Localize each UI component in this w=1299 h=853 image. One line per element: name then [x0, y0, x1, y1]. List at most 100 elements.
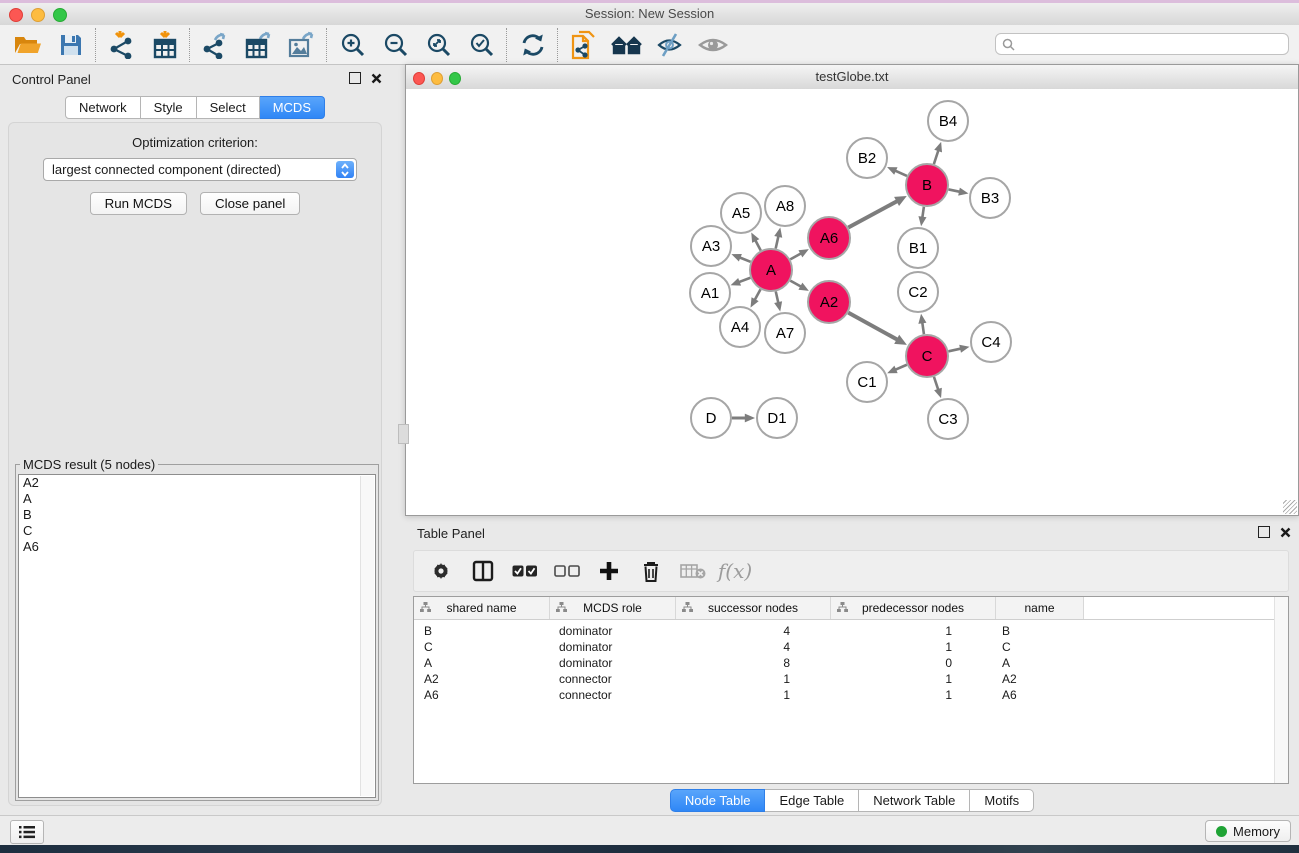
graph-edge-A2-C[interactable] [848, 313, 897, 340]
pane-divider-handle[interactable] [398, 424, 409, 444]
network-window-titlebar[interactable]: testGlobe.txt [406, 65, 1298, 90]
table-cell[interactable]: 1 [828, 623, 992, 639]
task-history-button[interactable] [10, 820, 44, 844]
table-row[interactable]: Adominator80A [414, 655, 1288, 671]
graph-edge-B-B4[interactable] [934, 150, 939, 164]
graph-edge-A6-B[interactable] [848, 201, 897, 228]
import-network-button[interactable] [100, 28, 143, 62]
float-panel-icon[interactable] [1258, 526, 1270, 538]
tab-node-table[interactable]: Node Table [670, 789, 766, 812]
table-row[interactable]: Cdominator41C [414, 639, 1288, 655]
table-cell[interactable]: dominator [549, 655, 674, 671]
column-header[interactable]: predecessor nodes [831, 597, 996, 619]
export-table-button[interactable] [237, 28, 280, 62]
column-header[interactable]: name [996, 597, 1084, 619]
table-cell[interactable]: dominator [549, 639, 674, 655]
table-cell[interactable]: B [992, 623, 1079, 639]
table-cell[interactable]: connector [549, 671, 674, 687]
table-cell[interactable]: 4 [674, 639, 828, 655]
column-header[interactable]: MCDS role [550, 597, 676, 619]
mcds-result-item[interactable]: A [19, 491, 375, 507]
column-header[interactable]: shared name [414, 597, 550, 619]
graph-edge-A-A3[interactable] [739, 257, 750, 261]
apply-layout-button[interactable] [511, 28, 554, 62]
table-cell[interactable]: connector [549, 687, 674, 703]
table-cell[interactable]: 1 [828, 687, 992, 703]
tab-motifs[interactable]: Motifs [970, 789, 1034, 812]
deselect-all-button[interactable] [552, 556, 582, 586]
table-row[interactable]: Bdominator41B [414, 623, 1288, 639]
table-cell[interactable]: A [414, 655, 549, 671]
table-cell[interactable]: dominator [549, 623, 674, 639]
graph-edge-B-B2[interactable] [895, 171, 907, 176]
resize-grip[interactable] [1283, 500, 1297, 514]
save-session-button[interactable] [49, 28, 92, 62]
table-cell[interactable]: C [992, 639, 1079, 655]
export-network-button[interactable] [194, 28, 237, 62]
column-header[interactable]: successor nodes [676, 597, 831, 619]
list-scrollbar[interactable] [360, 476, 374, 796]
graph-edge-B-B3[interactable] [949, 189, 960, 191]
graph-edge-A-A1[interactable] [739, 278, 751, 282]
show-graphics-button[interactable] [691, 28, 734, 62]
graph-edge-C-C4[interactable] [948, 349, 961, 352]
hide-graphics-button[interactable] [648, 28, 691, 62]
delete-table-button[interactable] [678, 556, 708, 586]
memory-button[interactable]: Memory [1205, 820, 1291, 842]
graph-edge-C-C1[interactable] [895, 365, 907, 370]
zoom-out-button[interactable] [374, 28, 417, 62]
search-input[interactable] [1015, 36, 1288, 52]
tab-select[interactable]: Select [197, 96, 260, 119]
table-cell[interactable]: 4 [674, 623, 828, 639]
network-canvas[interactable]: B4B2BB3A8A5A6A3B1AA1C2A2A4A7C4CC1C3DD1 [406, 89, 1298, 515]
open-file-button[interactable] [6, 28, 49, 62]
tab-mcds[interactable]: MCDS [260, 96, 325, 119]
mcds-result-list[interactable]: A2ABCA6 [18, 474, 376, 798]
graph-edge-B-B1[interactable] [922, 207, 924, 218]
table-row[interactable]: A2connector11A2 [414, 671, 1288, 687]
table-cell[interactable]: 1 [674, 671, 828, 687]
close-panel-button[interactable]: Close panel [200, 192, 300, 215]
graph-edge-A-A2[interactable] [790, 281, 801, 287]
mcds-result-item[interactable]: A2 [19, 475, 375, 491]
table-cell[interactable]: B [414, 623, 549, 639]
tab-network-table[interactable]: Network Table [859, 789, 970, 812]
add-column-button[interactable] [594, 556, 624, 586]
zoom-selected-button[interactable] [460, 28, 503, 62]
delete-column-button[interactable] [636, 556, 666, 586]
float-panel-icon[interactable] [349, 72, 361, 84]
home-view-button[interactable] [605, 28, 648, 62]
zoom-fit-button[interactable] [417, 28, 460, 62]
tab-network[interactable]: Network [65, 96, 141, 119]
graph-edge-A-A4[interactable] [755, 289, 761, 300]
table-cell[interactable]: 1 [828, 639, 992, 655]
table-cell[interactable]: 0 [828, 655, 992, 671]
show-column-button[interactable] [468, 556, 498, 586]
mcds-result-item[interactable]: A6 [19, 539, 375, 555]
select-all-button[interactable] [510, 556, 540, 586]
table-cell[interactable]: 1 [674, 687, 828, 703]
tab-edge-table[interactable]: Edge Table [765, 789, 859, 812]
network-graph[interactable]: B4B2BB3A8A5A6A3B1AA1C2A2A4A7C4CC1C3DD1 [406, 89, 1298, 515]
table-cell[interactable]: 1 [828, 671, 992, 687]
import-table-button[interactable] [143, 28, 186, 62]
export-image-button[interactable] [280, 28, 323, 62]
create-network-view-button[interactable] [562, 28, 605, 62]
table-cell[interactable]: 8 [674, 655, 828, 671]
mcds-result-item[interactable]: C [19, 523, 375, 539]
table-cell[interactable]: A [992, 655, 1079, 671]
graph-edge-C-C2[interactable] [922, 322, 924, 334]
table-cell[interactable]: A2 [414, 671, 549, 687]
search-field[interactable] [995, 33, 1289, 55]
table-cell[interactable]: C [414, 639, 549, 655]
graph-edge-C-C3[interactable] [934, 377, 938, 390]
mcds-result-item[interactable]: B [19, 507, 375, 523]
close-panel-icon[interactable] [1280, 527, 1291, 538]
close-panel-icon[interactable] [371, 73, 382, 84]
zoom-in-button[interactable] [331, 28, 374, 62]
table-scrollbar[interactable] [1274, 597, 1288, 783]
table-cell[interactable]: A6 [992, 687, 1079, 703]
table-cell[interactable]: A6 [414, 687, 549, 703]
graph-edge-A-A6[interactable] [790, 253, 801, 259]
run-mcds-button[interactable]: Run MCDS [90, 192, 187, 215]
